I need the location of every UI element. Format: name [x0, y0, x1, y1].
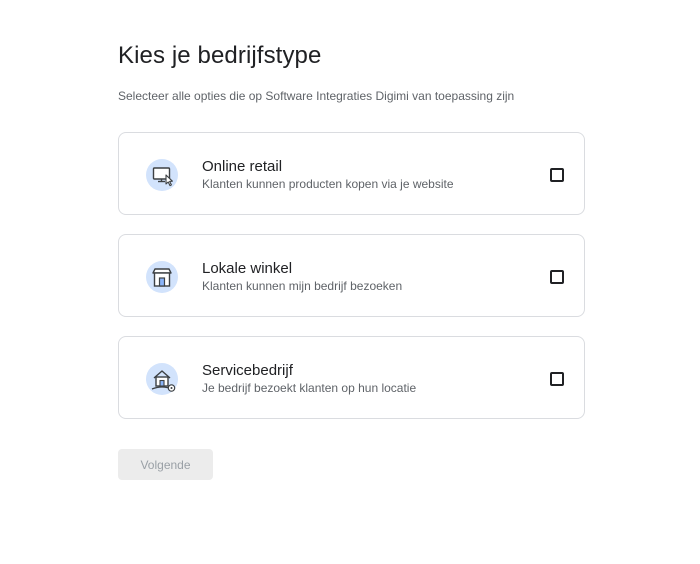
- online-retail-checkbox[interactable]: [550, 168, 564, 182]
- option-label: Online retail: [202, 158, 283, 175]
- storefront-icon: [144, 259, 180, 295]
- house-location-icon: [144, 361, 180, 397]
- online-store-icon: [144, 157, 180, 193]
- option-card-online-retail[interactable]: Online retail Klanten kunnen producten k…: [118, 132, 585, 215]
- option-label: Lokale winkel: [202, 260, 293, 277]
- option-card-servicebedrijf[interactable]: Servicebedrijf Je bedrijf bezoekt klante…: [118, 336, 585, 419]
- option-card-lokale-winkel[interactable]: Lokale winkel Klanten kunnen mijn bedrij…: [118, 234, 585, 317]
- servicebedrijf-checkbox[interactable]: [550, 372, 564, 386]
- page-subtitle: Selecteer alle opties die op Software In…: [118, 89, 515, 103]
- next-button[interactable]: Volgende: [118, 449, 213, 480]
- option-description: Je bedrijf bezoekt klanten op hun locati…: [202, 381, 417, 395]
- option-label: Servicebedrijf: [202, 362, 293, 379]
- option-description: Klanten kunnen mijn bedrijf bezoeken: [202, 279, 403, 293]
- lokale-winkel-checkbox[interactable]: [550, 270, 564, 284]
- option-description: Klanten kunnen producten kopen via je we…: [202, 177, 454, 191]
- page-title: Kies je bedrijfstype: [118, 42, 322, 69]
